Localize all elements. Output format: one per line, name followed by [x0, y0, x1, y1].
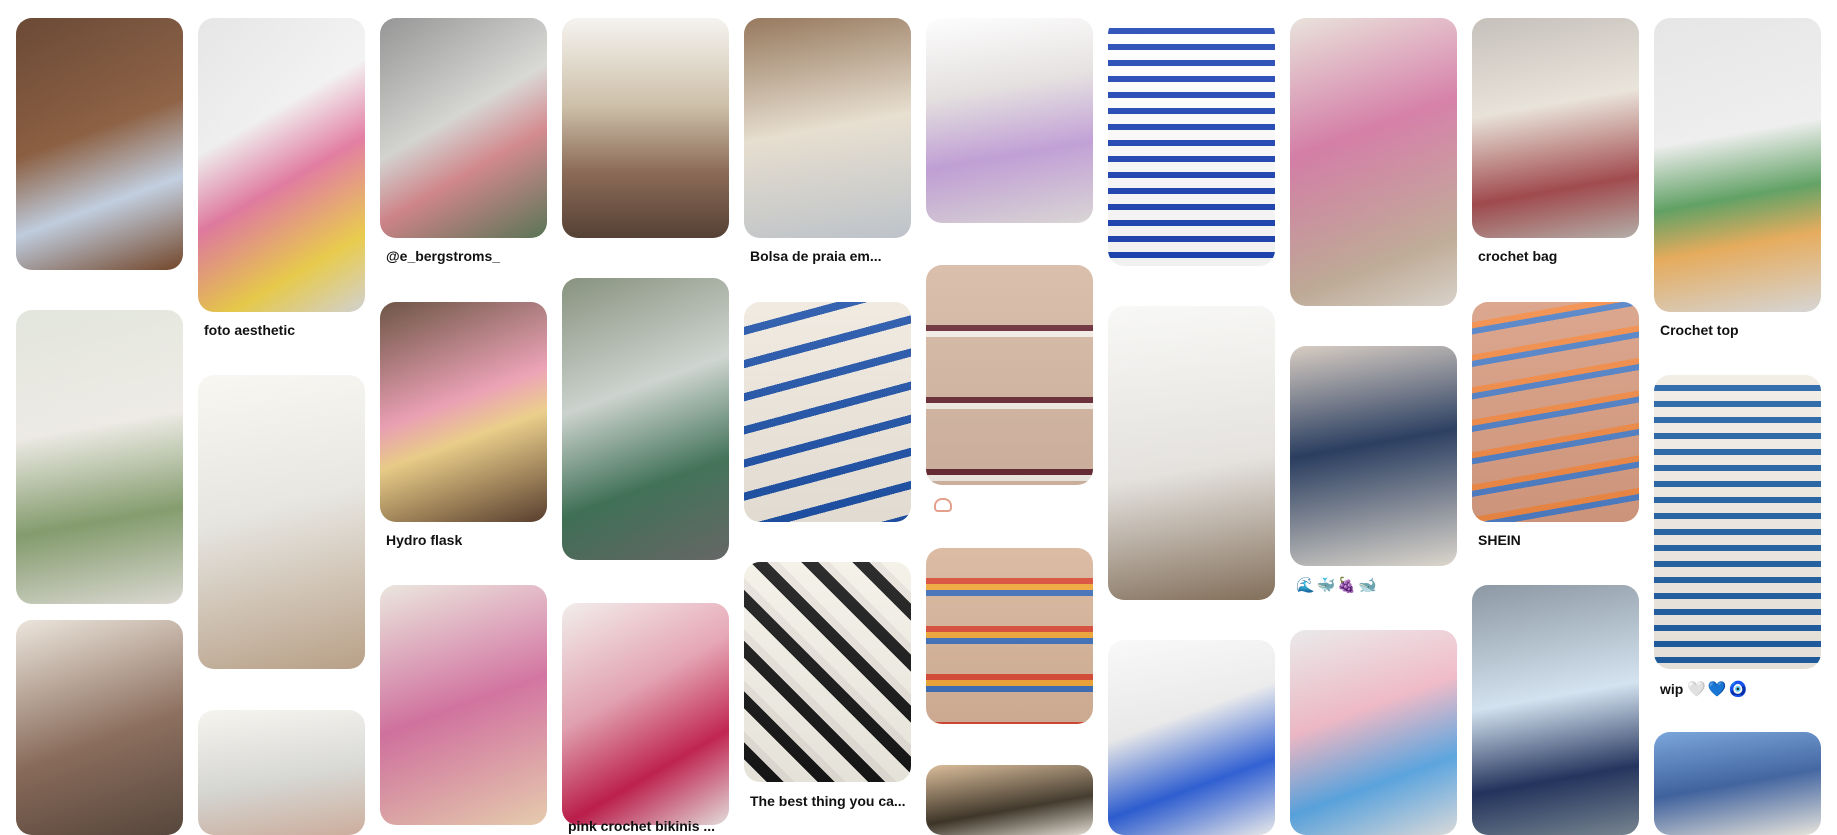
pin-caption: @e_bergstroms_ [386, 248, 501, 264]
pin-card[interactable] [926, 548, 1093, 724]
pin-card[interactable] [1472, 302, 1639, 522]
pin-card[interactable] [16, 620, 183, 835]
pin-card[interactable] [1654, 375, 1821, 669]
pin-card[interactable] [744, 18, 911, 238]
pin-emoji-caption: 🌊🐳🍇🐋 [1296, 577, 1379, 594]
pin-card[interactable] [1108, 640, 1275, 835]
pin-card[interactable] [380, 18, 547, 238]
pin-card[interactable] [16, 310, 183, 604]
pin-caption-wip: wip 🤍💙🧿 [1660, 680, 1749, 698]
pin-card[interactable] [744, 562, 911, 782]
pin-card[interactable] [926, 265, 1093, 485]
pin-card[interactable] [562, 278, 729, 560]
pin-card[interactable] [1654, 18, 1821, 312]
pin-card[interactable] [1290, 630, 1457, 835]
pin-caption: Crochet top [1660, 322, 1739, 338]
pin-card[interactable] [562, 603, 729, 825]
pin-card[interactable] [1472, 18, 1639, 238]
pin-card[interactable] [16, 18, 183, 270]
pin-card[interactable] [1108, 18, 1275, 266]
wip-emoji: 🤍💙🧿 [1687, 681, 1750, 698]
pin-card[interactable] [1472, 585, 1639, 835]
pin-card[interactable] [198, 18, 365, 312]
pin-caption: SHEIN [1478, 532, 1521, 548]
pin-caption: Hydro flask [386, 532, 463, 548]
pink-lock-icon [934, 498, 952, 512]
pin-card[interactable] [1290, 346, 1457, 566]
pin-caption: Bolsa de praia em... [750, 248, 882, 264]
pin-caption: crochet bag [1478, 248, 1558, 264]
pin-caption: foto aesthetic [204, 322, 296, 338]
pin-card[interactable] [198, 375, 365, 669]
pin-card[interactable] [744, 302, 911, 522]
pin-card[interactable] [380, 585, 547, 825]
pin-card[interactable] [380, 302, 547, 522]
pin-card[interactable] [926, 18, 1093, 223]
pin-card[interactable] [562, 18, 729, 238]
pin-card[interactable] [926, 765, 1093, 835]
wip-label: wip [1660, 681, 1684, 697]
pin-card[interactable] [1290, 18, 1457, 306]
pin-card[interactable] [1654, 732, 1821, 835]
pin-caption: The best thing you ca... [750, 793, 906, 809]
pin-card[interactable] [198, 710, 365, 835]
pin-card[interactable] [1108, 306, 1275, 600]
pin-caption: pink crochet bikinis ... [568, 818, 716, 834]
